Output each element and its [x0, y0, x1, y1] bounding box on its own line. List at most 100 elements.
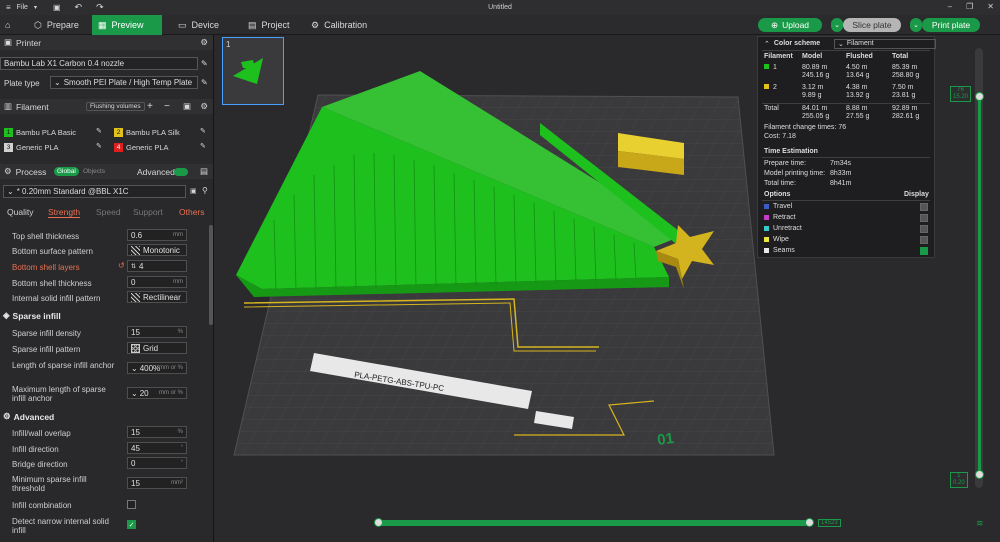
chevron-down-icon[interactable]: ▾ [34, 4, 37, 11]
internal-solid-infill-pattern-select[interactable]: Rectilinear [127, 291, 187, 303]
infill-wall-overlap-input[interactable]: 15% [127, 426, 187, 438]
prepare-icon: ⬡ [34, 19, 42, 30]
tab-speed[interactable]: Speed [96, 207, 121, 217]
tab-quality[interactable]: Quality [7, 207, 33, 217]
flushing-volumes-button[interactable]: Flushing volumes [86, 102, 145, 111]
filament-item-2[interactable]: 2 Bambu PLA Silk [114, 126, 180, 138]
sparse-infill-density-input[interactable]: 15% [127, 326, 187, 338]
objects-toggle[interactable]: Objects [83, 168, 105, 175]
file-menu[interactable]: File [17, 4, 28, 11]
restore-icon[interactable]: ❐ [966, 2, 973, 11]
edit-icon[interactable]: ✎ [96, 142, 102, 150]
detect-narrow-checkbox[interactable]: ✓ [127, 520, 136, 529]
tab-device[interactable]: ▭ Device [172, 15, 225, 35]
move-slider-track[interactable] [378, 520, 810, 526]
filament-color-swatch[interactable]: 4 [114, 142, 123, 152]
layer-slider-top-handle[interactable] [975, 92, 984, 101]
filament-item-1[interactable]: 1 Bambu PLA Basic [4, 126, 76, 138]
print-dropdown-button[interactable]: ⌄ [910, 18, 922, 32]
save-preset-icon[interactable]: ▣ [190, 187, 197, 195]
bottom-surface-pattern-select[interactable]: Monotonic [127, 244, 187, 256]
filament-item-4[interactable]: 4 Generic PLA [114, 141, 169, 153]
process-tabs: Quality Strength Speed Support Others [0, 207, 213, 221]
travel-display-checkbox[interactable] [920, 202, 928, 211]
slice-dropdown-button[interactable]: ⌄ [831, 18, 843, 32]
plate-thumbnail[interactable]: 1 [222, 37, 284, 105]
filament-sync-icon[interactable]: ▣ [183, 101, 191, 112]
sidebar-scrollbar[interactable] [209, 225, 213, 325]
layer-slider-bottom-handle[interactable] [975, 470, 984, 479]
chevron-down-icon: ⌄ [54, 78, 61, 87]
tab-preview[interactable]: ▦ Preview [92, 15, 162, 35]
stats-row: 1 80.89 m 245.16 g 4.50 m 13.64 g 85.39 m2… [764, 64, 930, 82]
process-preset-select[interactable]: ⌄ * 0.20mm Standard @BBL X1C [3, 185, 186, 198]
retract-display-checkbox[interactable] [920, 213, 928, 222]
close-icon[interactable]: ✕ [987, 2, 994, 11]
collapse-icon[interactable]: ⌃ [764, 40, 770, 48]
undo-icon[interactable]: ↶ [75, 2, 83, 13]
bridge-direction-input[interactable]: 0 ° [127, 457, 187, 469]
filament-color-swatch[interactable]: 3 [4, 142, 13, 152]
search-icon[interactable]: ⚲ [202, 186, 208, 195]
printer-select[interactable]: Bambu Lab X1 Carbon 0.4 nozzle [0, 57, 198, 70]
gear-icon[interactable]: ⚙ [200, 101, 208, 112]
sparse-infill-pattern-select[interactable]: Grid [127, 342, 187, 354]
setting-label: Infill/wall overlap [12, 429, 71, 438]
plate-number: 1 [226, 40, 231, 49]
bottom-shell-layers-stepper[interactable]: ⇅ 4 [127, 260, 187, 272]
add-icon[interactable]: + [147, 101, 153, 112]
edit-icon[interactable]: ✎ [201, 78, 208, 87]
tab-prepare[interactable]: ⬡ Prepare [28, 15, 85, 35]
filament-item-3[interactable]: 3 Generic PLA [4, 141, 59, 153]
calibration-icon: ⚙ [311, 19, 320, 30]
filament-color-swatch[interactable]: 2 [114, 127, 123, 137]
edit-icon[interactable]: ✎ [200, 142, 206, 150]
move-slider-end-handle[interactable] [805, 518, 814, 527]
edit-icon[interactable]: ✎ [200, 127, 206, 135]
infill-combination-checkbox[interactable] [127, 500, 136, 509]
max-sparse-infill-anchor-input[interactable]: ⌄ 20 mm or % [127, 387, 187, 399]
bottom-shell-thickness-input[interactable]: 0 mm [127, 276, 187, 288]
sparse-infill-header: ◈ Sparse infill [3, 310, 61, 321]
tab-calibration[interactable]: ⚙ Calibration [305, 15, 373, 35]
unretract-display-checkbox[interactable] [920, 224, 928, 233]
compare-icon[interactable]: ▤ [200, 166, 208, 177]
seams-display-checkbox[interactable] [920, 246, 928, 255]
top-shell-thickness-input[interactable]: 0.6 mm [127, 229, 187, 241]
setting-label-modified: Bottom shell layers [12, 263, 80, 272]
chevron-down-icon: ⌄ [913, 22, 919, 29]
menu-icon[interactable]: ≡ [6, 3, 11, 12]
wipe-display-checkbox[interactable] [920, 235, 928, 244]
gear-icon[interactable]: ⚙ [200, 37, 208, 48]
move-slider-start-handle[interactable] [374, 518, 383, 527]
project-icon: ▤ [248, 19, 257, 30]
tab-others[interactable]: Others [179, 207, 205, 217]
edit-icon[interactable]: ✎ [201, 59, 208, 68]
edit-icon[interactable]: ✎ [96, 127, 102, 135]
advanced-toggle[interactable] [174, 167, 188, 176]
upload-button[interactable]: ⊕ Upload [758, 18, 822, 32]
filament-1-swatch [764, 64, 769, 69]
sparse-infill-anchor-input[interactable]: ⌄ 400% mm or % [127, 362, 187, 374]
global-toggle[interactable]: Global [54, 167, 79, 176]
layers-icon[interactable]: ≋ [976, 518, 984, 529]
home-icon[interactable]: ⌂ [0, 15, 20, 35]
filament-color-swatch[interactable]: 1 [4, 127, 13, 137]
redo-icon[interactable]: ↷ [96, 2, 104, 13]
save-icon[interactable]: ▣ [53, 3, 61, 12]
infill-direction-input[interactable]: 45 ° [127, 442, 187, 454]
tab-support[interactable]: Support [133, 207, 163, 217]
remove-icon[interactable]: − [164, 101, 170, 112]
cost-row: Cost: 7.18 [764, 133, 796, 140]
print-plate-button[interactable]: Print plate [922, 18, 980, 32]
slice-plate-button[interactable]: Slice plate [843, 18, 901, 32]
unretract-swatch [764, 226, 769, 231]
tab-project[interactable]: ▤ Project [242, 15, 296, 35]
reset-icon[interactable]: ↺ [118, 261, 125, 270]
minimize-icon[interactable]: – [948, 2, 952, 11]
plate-type-select[interactable]: ⌄ Smooth PEI Plate / High Temp Plate [50, 76, 198, 89]
option-travel: Travel [764, 202, 930, 211]
color-scheme-select[interactable]: ⌄ Filament [834, 38, 936, 49]
tab-strength[interactable]: Strength [48, 207, 81, 218]
min-sparse-infill-input[interactable]: 15 mm² [127, 477, 187, 489]
